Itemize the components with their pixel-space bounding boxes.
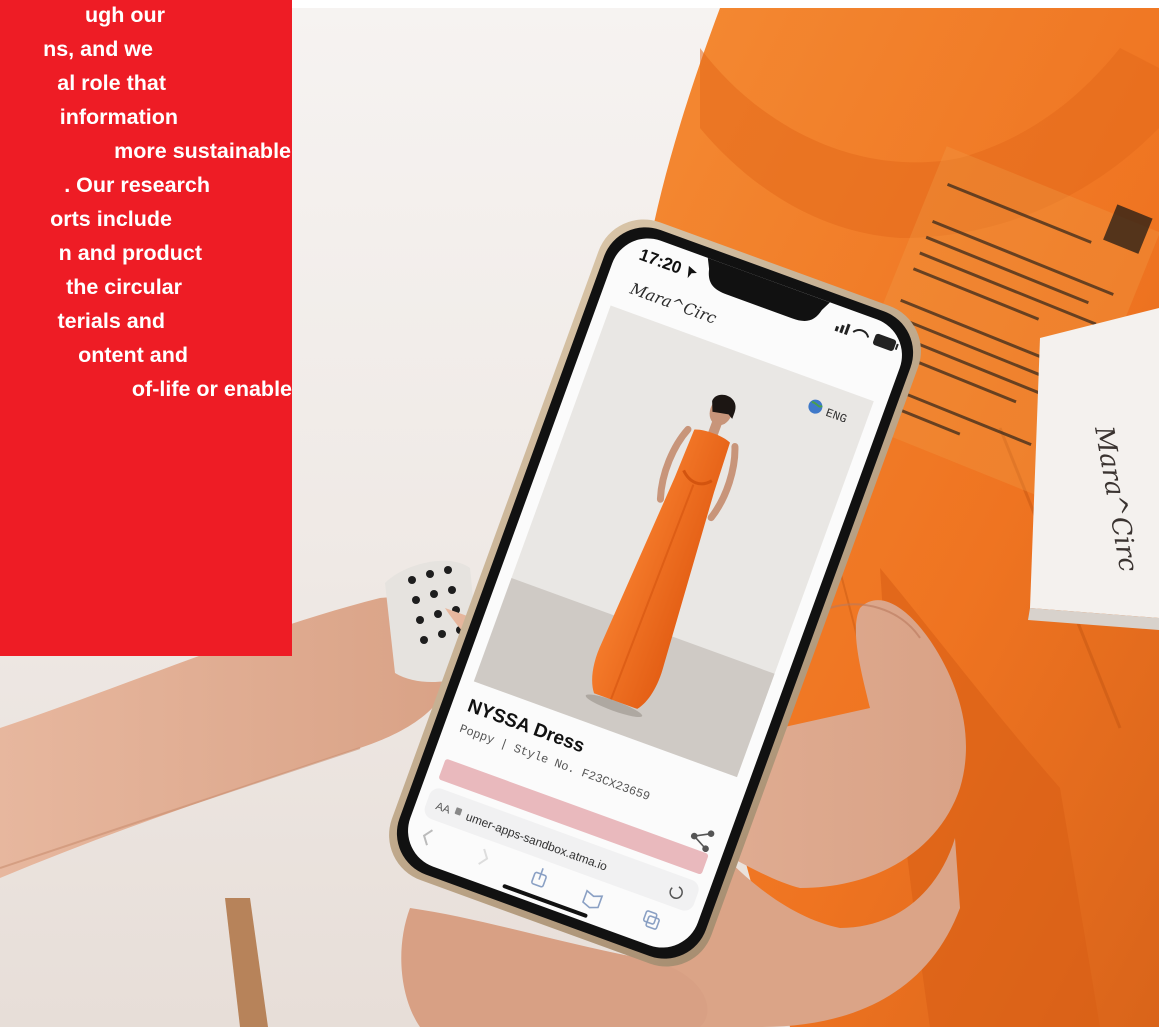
article-text-card: ugh our ns, and we al role that informat… [0, 0, 292, 656]
article-line: information [59, 105, 178, 129]
article-line: orts include [50, 207, 172, 231]
hang-tag: Mara^Circ [1028, 308, 1159, 630]
article-line: ugh our [84, 3, 165, 27]
article-line: the circular [66, 275, 182, 299]
article-line: terials and [57, 309, 165, 333]
article-line: ns, and we [43, 37, 153, 61]
article-line: al role that [57, 71, 166, 95]
article-line: ontent and [78, 343, 188, 367]
photo-stage: Mara^Circ 17:20 Mara^Circ ENG NYSSA Dres… [0, 0, 1159, 1027]
article-line: n and product [58, 241, 202, 265]
stool-leg [225, 898, 268, 1027]
article-line: of-life or enable [131, 377, 292, 401]
article-line: . Our research [64, 173, 210, 197]
article-line: more sustainable [114, 139, 291, 163]
